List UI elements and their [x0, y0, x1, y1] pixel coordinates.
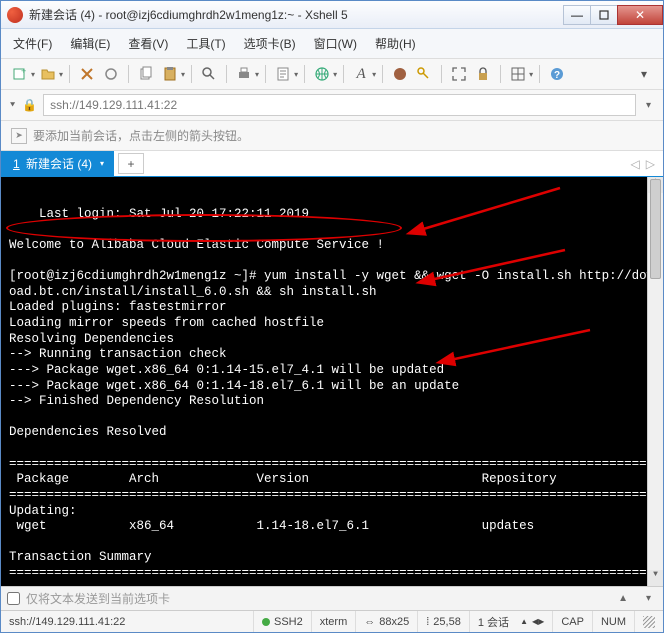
lock-icon: 🔒	[22, 98, 37, 112]
status-proto: SSH2	[254, 611, 312, 632]
search-icon[interactable]	[198, 63, 220, 85]
status-cursor: ⁞ 25,58	[418, 611, 470, 632]
menu-file[interactable]: 文件(F)	[11, 33, 54, 54]
dropdown-icon[interactable]: ▾	[294, 70, 298, 79]
menu-view[interactable]: 查看(V)	[126, 33, 170, 54]
tab-prev-icon[interactable]: ◁	[631, 157, 640, 171]
menu-edit[interactable]: 编辑(E)	[68, 33, 112, 54]
address-bar: ⯆ 🔒 ▾	[1, 90, 663, 121]
layout-icon[interactable]	[507, 63, 529, 85]
dropdown-icon[interactable]: ▾	[255, 70, 259, 79]
lock-icon[interactable]	[472, 63, 494, 85]
tab-next-icon[interactable]: ▷	[646, 157, 655, 171]
tab-label: 新建会话 (4)	[26, 157, 92, 171]
dropdown-icon[interactable]: ▾	[100, 159, 104, 168]
add-tab-button[interactable]: +	[118, 153, 144, 174]
script-icon[interactable]	[389, 63, 411, 85]
dropdown-icon[interactable]: ▾	[181, 70, 185, 79]
font-icon[interactable]: A	[350, 63, 372, 85]
send-bar: 仅将文本发送到当前选项卡 ▲ ▾	[1, 586, 663, 610]
scroll-down-icon[interactable]: ▼	[648, 570, 663, 586]
dropdown-icon[interactable]: ⯆	[9, 100, 16, 111]
print-icon[interactable]	[233, 63, 255, 85]
resize-grip[interactable]	[635, 611, 663, 632]
status-num: NUM	[593, 611, 635, 632]
window-title: 新建会话 (4) - root@izj6cdiumghrdh2w1meng1z:…	[29, 6, 564, 23]
dropdown-icon[interactable]: ▾	[59, 70, 63, 79]
address-input[interactable]	[43, 94, 636, 116]
app-icon	[7, 7, 23, 23]
menu-window[interactable]: 窗口(W)	[312, 33, 359, 54]
toolbar: +▾ ▾ ▾ ▾ ▾ ▾ A▾ ▾ ? ▾	[1, 59, 663, 90]
close-button[interactable]: ✕	[617, 5, 663, 25]
terminal[interactable]: Last login: Sat Jul 20 17:22:11 2019 Wel…	[1, 177, 663, 586]
hint-bar: ➤ 要添加当前会话，点击左侧的箭头按钮。	[1, 121, 663, 151]
send-dropdown-icon[interactable]: ▾	[640, 593, 657, 604]
dropdown-icon[interactable]: ▾	[529, 70, 533, 79]
status-cap: CAP	[553, 611, 593, 632]
help-icon[interactable]: ?	[546, 63, 568, 85]
paste-icon[interactable]	[159, 63, 181, 85]
titlebar: 新建会话 (4) - root@izj6cdiumghrdh2w1meng1z:…	[1, 1, 663, 29]
properties-icon[interactable]	[272, 63, 294, 85]
status-term: xterm	[312, 611, 357, 632]
status-dot-icon	[262, 618, 270, 626]
toolbar-overflow-icon[interactable]: ▾	[633, 63, 655, 85]
send-menu-icon[interactable]: ▲	[612, 593, 634, 604]
dropdown-icon[interactable]: ▾	[31, 70, 35, 79]
chevron-down-icon[interactable]: ▾	[642, 100, 655, 111]
open-icon[interactable]	[37, 63, 59, 85]
send-placeholder[interactable]: 仅将文本发送到当前选项卡	[26, 590, 606, 607]
status-size: ⇔ 88x25	[356, 611, 418, 632]
new-session-icon[interactable]: +	[9, 63, 31, 85]
menu-help[interactable]: 帮助(H)	[373, 33, 418, 54]
add-session-icon[interactable]: ➤	[11, 128, 27, 144]
terminal-content: Last login: Sat Jul 20 17:22:11 2019 Wel…	[9, 207, 663, 580]
menu-tools[interactable]: 工具(T)	[184, 33, 227, 54]
tab-bar: 1 新建会话 (4) ▾ + ◁ ▷	[1, 151, 663, 177]
copy-icon[interactable]	[135, 63, 157, 85]
status-sessions: 1 会话 ▲ ◀▶	[470, 611, 553, 632]
status-address: ssh://149.129.111.41:22	[1, 611, 254, 632]
svg-text:+: +	[21, 66, 26, 76]
hint-text: 要添加当前会话，点击左侧的箭头按钮。	[33, 127, 249, 144]
scroll-thumb[interactable]	[650, 179, 661, 279]
key-icon[interactable]	[413, 63, 435, 85]
status-bar: ssh://149.129.111.41:22 SSH2 xterm ⇔ 88x…	[1, 610, 663, 632]
reconnect-icon[interactable]	[76, 63, 98, 85]
svg-text:?: ?	[554, 70, 560, 81]
session-tab[interactable]: 1 新建会话 (4) ▾	[1, 151, 114, 176]
menubar: 文件(F) 编辑(E) 查看(V) 工具(T) 选项卡(B) 窗口(W) 帮助(…	[1, 29, 663, 59]
send-checkbox[interactable]	[7, 592, 20, 605]
disconnect-icon[interactable]	[100, 63, 122, 85]
maximize-button[interactable]	[590, 5, 618, 25]
globe-icon[interactable]	[311, 63, 333, 85]
minimize-button[interactable]: —	[563, 5, 591, 25]
fullscreen-icon[interactable]	[448, 63, 470, 85]
menu-tabs[interactable]: 选项卡(B)	[242, 33, 298, 54]
dropdown-icon[interactable]: ▾	[372, 70, 376, 79]
scrollbar[interactable]: ▲ ▼	[647, 177, 663, 586]
dropdown-icon[interactable]: ▾	[333, 70, 337, 79]
